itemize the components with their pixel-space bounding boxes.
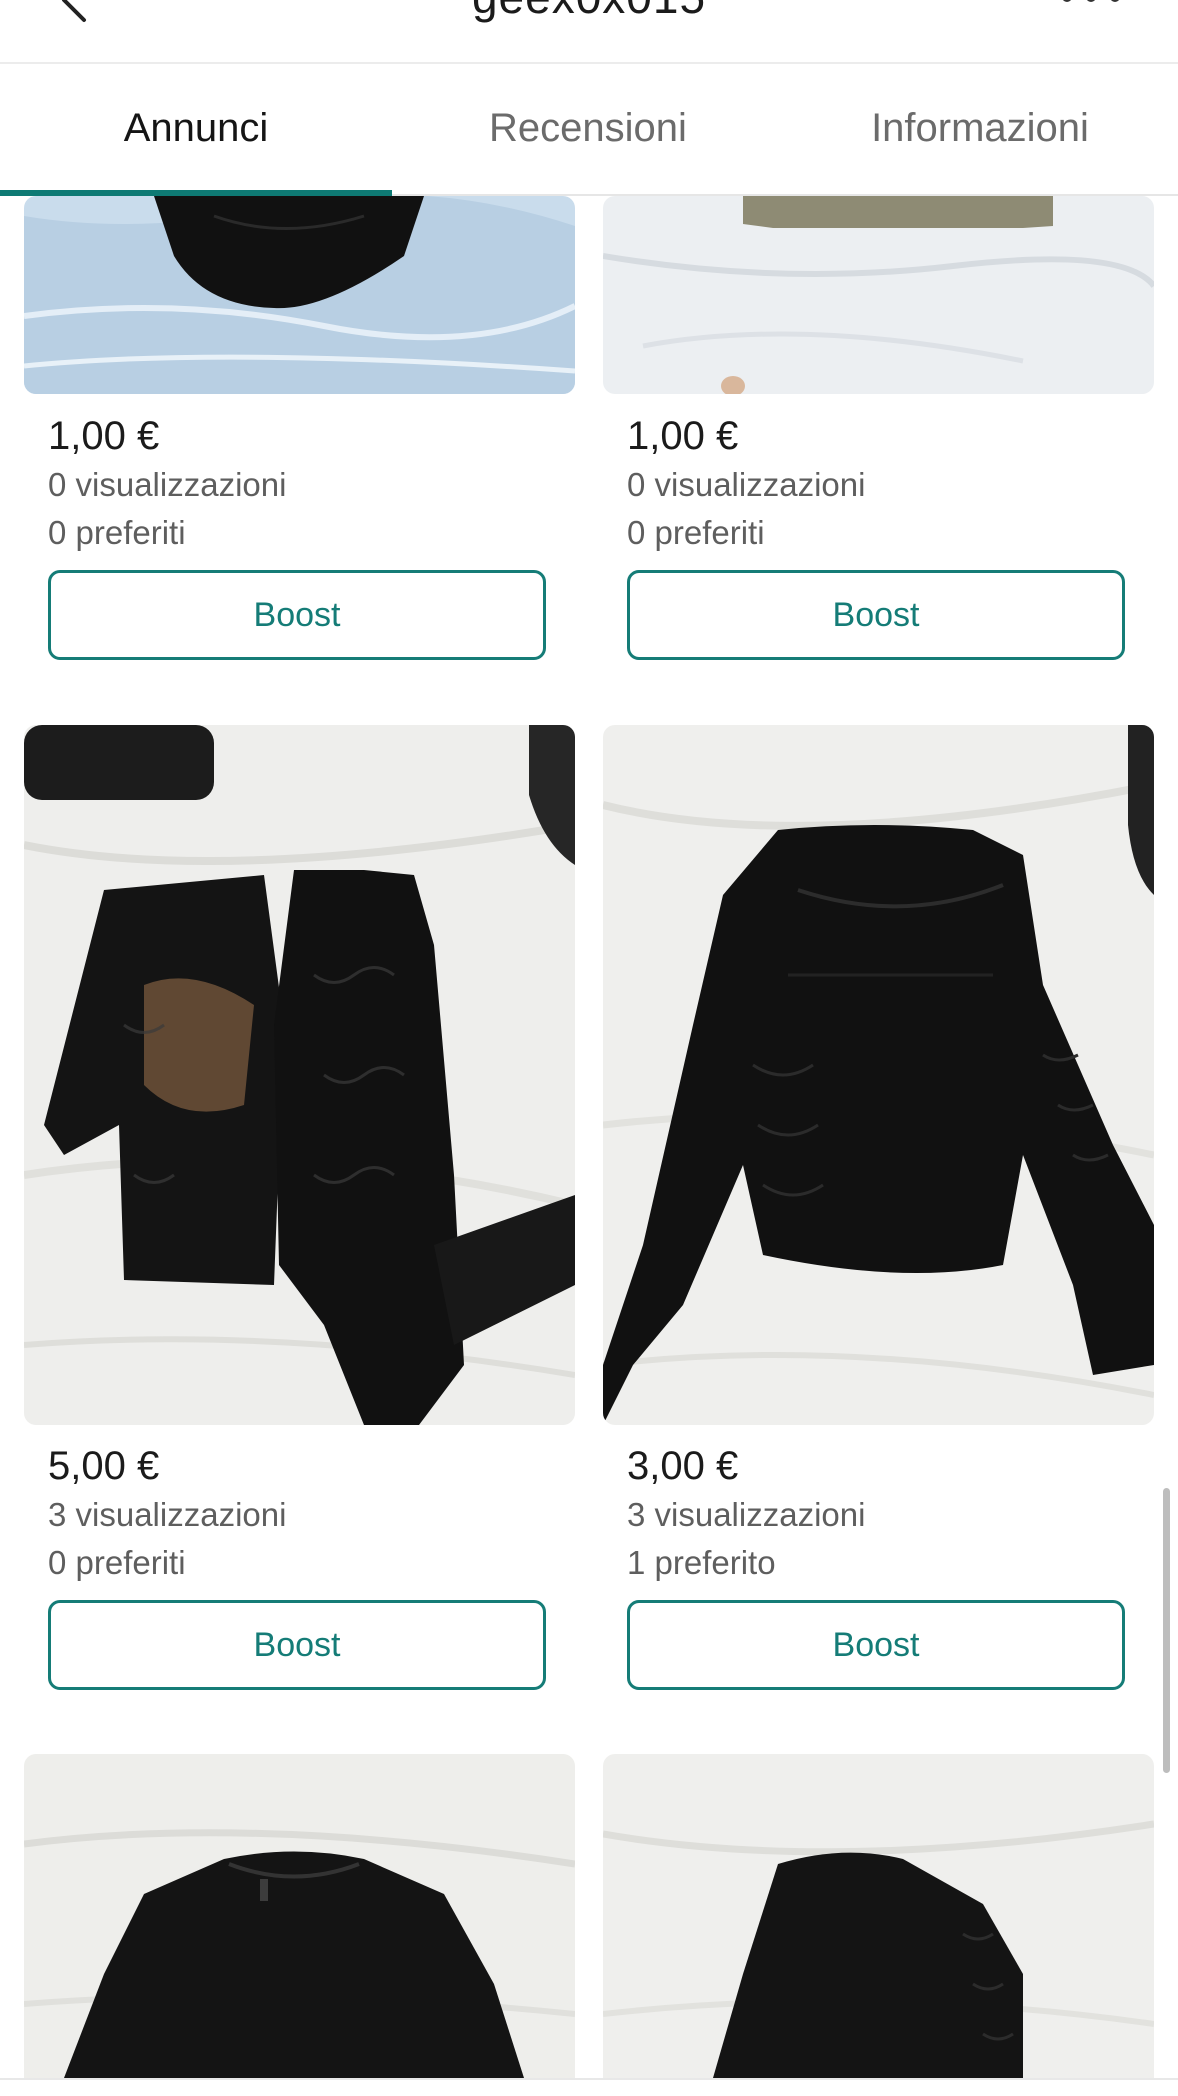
tab-annunci[interactable]: Annunci <box>0 64 392 192</box>
listing-views: 3 visualizzazioni <box>48 1496 287 1533</box>
top-bar: geex0x015 <box>0 0 1178 64</box>
divider <box>0 2078 1178 2080</box>
listing-price: 5,00 € <box>48 1444 160 1488</box>
profile-username: geex0x015 <box>0 0 1178 24</box>
boost-button[interactable]: Boost <box>48 570 546 660</box>
tab-informazioni[interactable]: Informazioni <box>784 64 1176 192</box>
listing-favorites: 0 preferiti <box>627 514 765 551</box>
listing-photo[interactable] <box>24 1754 575 2078</box>
boost-button[interactable]: Boost <box>627 570 1125 660</box>
profile-tabs: Annunci Recensioni Informazioni <box>0 64 1178 196</box>
listing-views: 3 visualizzazioni <box>627 1496 866 1533</box>
listing-photo[interactable] <box>603 725 1154 1425</box>
listing-favorites: 1 preferito <box>627 1544 776 1581</box>
listing-favorites: 0 preferiti <box>48 1544 186 1581</box>
boost-button[interactable]: Boost <box>627 1600 1125 1690</box>
listing-price: 1,00 € <box>627 414 739 458</box>
listing-favorites: 0 preferiti <box>48 514 186 551</box>
active-tab-indicator <box>0 190 392 196</box>
listing-price: 3,00 € <box>627 1444 739 1488</box>
listing-views: 0 visualizzazioni <box>48 466 287 503</box>
listing-photo[interactable] <box>24 196 575 394</box>
scrollbar[interactable] <box>1163 1488 1170 1773</box>
listing-price: 1,00 € <box>48 414 160 458</box>
listing-views: 0 visualizzazioni <box>627 466 866 503</box>
tab-recensioni[interactable]: Recensioni <box>392 64 784 192</box>
listing-photo[interactable] <box>603 1754 1154 2078</box>
boost-button[interactable]: Boost <box>48 1600 546 1690</box>
listing-photo[interactable] <box>603 196 1154 394</box>
listing-photo[interactable] <box>24 725 575 1425</box>
more-horizontal-icon[interactable] <box>1052 0 1132 16</box>
